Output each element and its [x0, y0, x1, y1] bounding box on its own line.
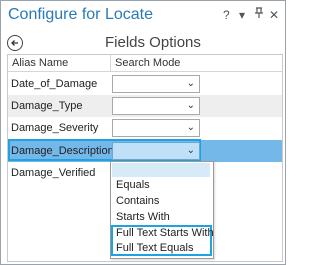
dropdown-option-equals[interactable]: Equals [116, 179, 150, 191]
table-header: Alias Name Search Mode [8, 55, 282, 72]
panel-heading: Fields Options [105, 34, 201, 51]
chevron-down-icon: ⌄ [186, 78, 195, 89]
chevron-down-icon: ⌄ [186, 100, 195, 111]
dropdown-option-blank[interactable] [112, 163, 210, 177]
chevron-down-icon: ⌄ [186, 122, 195, 133]
search-mode-header[interactable]: Search Mode [115, 57, 180, 69]
alias-cell: Date_of_Damage [11, 78, 98, 90]
search-mode-select-open[interactable]: ⌄ [112, 142, 200, 160]
title-bar: Configure for Locate ? ▾ ✕ [1, 1, 285, 31]
alias-cell: Damage_Verified [11, 167, 96, 179]
alias-name-header[interactable]: Alias Name [12, 57, 68, 69]
close-button[interactable]: ✕ [269, 8, 279, 22]
options-menu-button[interactable]: ▾ [239, 8, 245, 22]
dropdown-option-contains[interactable]: Contains [116, 195, 159, 207]
pin-icon[interactable] [254, 7, 264, 22]
search-mode-select[interactable]: ⌄ [112, 97, 200, 115]
table-row[interactable]: Date_of_Damage ⌄ [8, 73, 282, 95]
alias-cell: Damage_Description [11, 145, 114, 157]
search-mode-dropdown: Equals Contains Starts With Full Text St… [110, 161, 214, 259]
alias-cell: Damage_Type [11, 100, 83, 112]
configure-dialog: Configure for Locate ? ▾ ✕ Fields Option… [0, 0, 286, 265]
dialog-title: Configure for Locate [8, 6, 153, 23]
table-row-selected[interactable]: Damage_Description ⌄ [8, 139, 282, 162]
table-row[interactable]: Damage_Severity ⌄ [8, 117, 282, 139]
search-mode-select[interactable]: ⌄ [112, 75, 200, 93]
search-mode-select[interactable]: ⌄ [112, 119, 200, 137]
dropdown-option-starts-with[interactable]: Starts With [116, 211, 170, 223]
help-button[interactable]: ? [223, 8, 230, 22]
back-arrow-icon[interactable] [7, 35, 23, 51]
dropdown-option-full-text-equals[interactable]: Full Text Equals [116, 242, 193, 254]
table-row[interactable]: Damage_Type ⌄ [8, 95, 282, 117]
chevron-down-icon: ⌄ [186, 145, 195, 156]
dropdown-option-full-text-starts-with[interactable]: Full Text Starts With [116, 227, 214, 239]
alias-cell: Damage_Severity [11, 122, 99, 134]
